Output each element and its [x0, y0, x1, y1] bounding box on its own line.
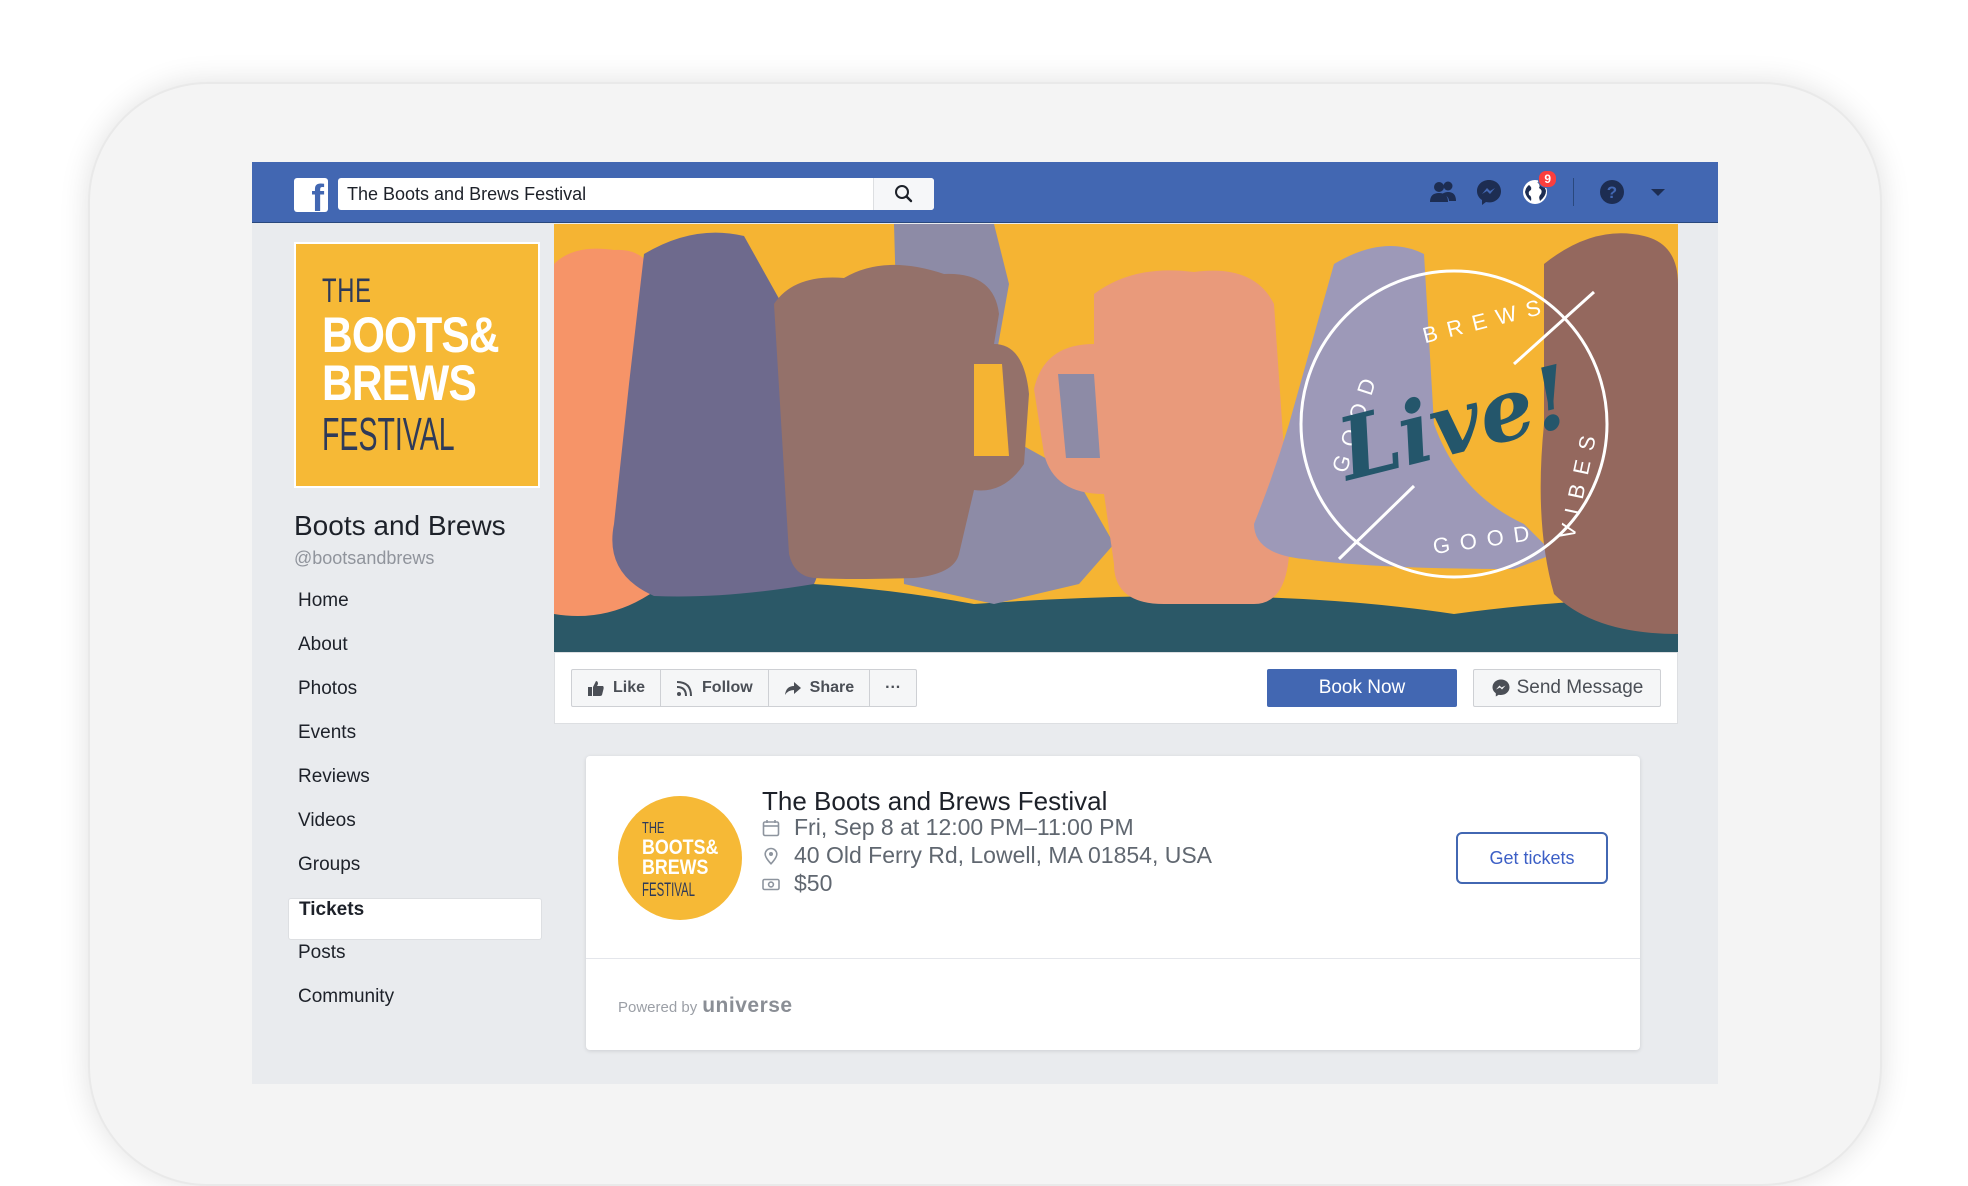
- search-box: [338, 178, 934, 210]
- sidebar-item-tickets[interactable]: Tickets: [288, 898, 542, 940]
- event-price: $50: [794, 870, 833, 896]
- share-label: Share: [809, 679, 855, 696]
- event-logo-brews: BREWS: [642, 856, 709, 879]
- calendar-icon: [762, 819, 780, 836]
- powered-by: Powered by universe: [618, 994, 793, 1018]
- svg-text:?: ?: [1607, 183, 1617, 202]
- thumbs-up-icon: [588, 681, 604, 696]
- account-menu-caret-icon[interactable]: [1642, 176, 1674, 208]
- send-message-button[interactable]: Send Message: [1473, 669, 1661, 707]
- ticket-price-icon: [762, 878, 780, 890]
- sidebar-item-home[interactable]: Home: [288, 590, 542, 632]
- event-logo-boots: BOOTS&: [642, 836, 719, 859]
- sidebar-item-about[interactable]: About: [288, 634, 542, 676]
- sidebar-item-videos[interactable]: Videos: [288, 810, 542, 852]
- page-profile-picture[interactable]: THE BOOTS& BREWS FESTIVAL: [294, 242, 540, 488]
- event-price-row: $50: [762, 870, 832, 897]
- logo-text-brews: BREWS: [322, 355, 477, 411]
- page-buttons-group: Like Follow Share ···: [571, 669, 918, 707]
- more-icon: ···: [885, 679, 902, 696]
- sidebar-item-photos[interactable]: Photos: [288, 678, 542, 720]
- search-input[interactable]: [338, 178, 878, 210]
- logo-text-festival: FESTIVAL: [322, 408, 455, 460]
- follow-button[interactable]: Follow: [661, 670, 769, 706]
- nav-divider: [1573, 178, 1574, 206]
- sidebar-item-reviews[interactable]: Reviews: [288, 766, 542, 808]
- notification-badge: 9: [1538, 170, 1557, 188]
- book-now-button[interactable]: Book Now: [1267, 669, 1457, 707]
- page-action-bar: Like Follow Share ··· Book Now Send Mess…: [554, 652, 1678, 724]
- like-button[interactable]: Like: [572, 670, 662, 706]
- search-icon: [895, 185, 913, 203]
- card-divider: [586, 958, 1640, 959]
- get-tickets-button[interactable]: Get tickets: [1456, 832, 1608, 884]
- messenger-icon: [1492, 679, 1510, 697]
- browser-screen: f The Boots and Brews Festival 9 ? THE B…: [252, 162, 1718, 1084]
- sidebar-item-community[interactable]: Community: [288, 986, 542, 1028]
- messenger-icon[interactable]: [1473, 176, 1505, 208]
- top-navigation-bar: f The Boots and Brews Festival 9 ?: [252, 162, 1718, 223]
- follow-label: Follow: [702, 679, 753, 696]
- sidebar-item-groups[interactable]: Groups: [288, 854, 542, 896]
- share-arrow-icon: [784, 682, 801, 695]
- event-logo-festival: FESTIVAL: [642, 880, 696, 901]
- help-icon[interactable]: ?: [1596, 176, 1628, 208]
- event-location: 40 Old Ferry Rd, Lowell, MA 01854, USA: [794, 842, 1213, 868]
- rss-follow-icon: [676, 681, 693, 697]
- send-message-label: Send Message: [1516, 677, 1644, 698]
- universe-logo[interactable]: universe: [702, 994, 792, 1018]
- location-pin-icon: [764, 847, 778, 865]
- share-button[interactable]: Share: [769, 670, 871, 706]
- cover-illustration: BREWS GOOD VIBES GOOD Live!: [554, 224, 1678, 652]
- friend-requests-icon[interactable]: [1427, 176, 1459, 208]
- page-handle[interactable]: @bootsandbrews: [294, 548, 434, 569]
- event-logo: THE BOOTS& BREWS FESTIVAL: [618, 796, 742, 920]
- event-datetime: Fri, Sep 8 at 12:00 PM–11:00 PM: [794, 814, 1134, 840]
- facebook-logo-icon[interactable]: f: [294, 178, 328, 218]
- sidebar-item-posts[interactable]: Posts: [288, 942, 542, 984]
- more-options-button[interactable]: ···: [870, 670, 916, 706]
- logo-text-boots: BOOTS&: [322, 307, 500, 363]
- search-button[interactable]: [873, 178, 934, 210]
- page-sidebar-nav: Home About Photos Events Reviews Videos …: [288, 590, 542, 1030]
- ticket-card: THE BOOTS& BREWS FESTIVAL The Boots and …: [586, 756, 1640, 1050]
- sidebar-item-events[interactable]: Events: [288, 722, 542, 764]
- event-datetime-row: Fri, Sep 8 at 12:00 PM–11:00 PM: [762, 814, 1134, 841]
- cover-photo[interactable]: BREWS GOOD VIBES GOOD Live!: [554, 224, 1678, 652]
- nav-icons: 9 ?: [1427, 170, 1674, 208]
- notifications-globe-icon[interactable]: 9: [1519, 170, 1557, 208]
- event-title: The Boots and Brews Festival: [762, 786, 1108, 816]
- like-label: Like: [613, 679, 646, 696]
- logo-text-the: THE: [322, 272, 372, 310]
- event-location-row: 40 Old Ferry Rd, Lowell, MA 01854, USA: [762, 842, 1212, 869]
- powered-by-label: Powered by: [618, 999, 698, 1016]
- page-name[interactable]: Boots and Brews: [294, 510, 506, 542]
- profile-logo: THE BOOTS& BREWS FESTIVAL: [322, 272, 536, 461]
